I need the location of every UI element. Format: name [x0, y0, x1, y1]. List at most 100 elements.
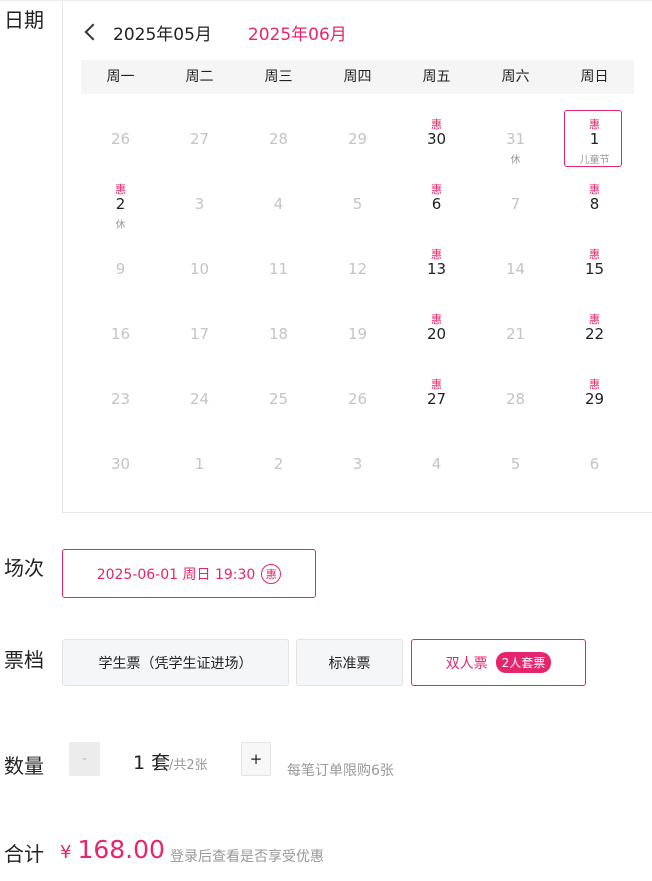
discount-mark: [318, 311, 397, 323]
discount-mark: [555, 441, 634, 453]
day-number: 28: [268, 130, 289, 148]
quantity-label: 数量: [4, 754, 44, 778]
discount-mark: [239, 116, 318, 128]
tier-text: 双人票: [445, 655, 488, 672]
discount-mark: [239, 376, 318, 388]
discount-mark: 惠: [589, 118, 600, 131]
calendar-day: 21: [476, 299, 555, 364]
calendar-day: 30: [81, 429, 160, 494]
discount-mark: [160, 311, 239, 323]
day-number: 6: [431, 195, 442, 213]
date-label: 日期: [4, 8, 44, 32]
discount-mark: 惠: [589, 248, 600, 261]
calendar-day: 23: [81, 364, 160, 429]
discount-mark: [318, 181, 397, 193]
calendar-day: 18: [239, 299, 318, 364]
calendar-day: 19: [318, 299, 397, 364]
discount-mark: [160, 181, 239, 193]
package-badge: 2人套票: [495, 652, 552, 673]
day-number: 28: [505, 390, 526, 408]
calendar-day-grid: 26 27 28 29 惠 30 31 休惠 1 儿童节惠 2 休 3 4 5 惠 6 7 惠 8 9 10 11 12 惠 13…: [81, 104, 634, 494]
discount-mark: 惠: [431, 248, 442, 261]
tier-text: 学生票（凭学生证进场）: [98, 655, 253, 672]
tier-couple-button[interactable]: 双人票 2人套票: [411, 639, 586, 686]
discount-mark: 惠: [431, 378, 442, 391]
day-number: 2: [273, 455, 284, 473]
calendar-day: 24: [160, 364, 239, 429]
calendar-day: 12: [318, 234, 397, 299]
day-number: 3: [194, 195, 205, 213]
prev-month-tab[interactable]: 2025年05月: [113, 20, 212, 45]
day-number: 4: [273, 195, 284, 213]
calendar-day: 3: [160, 169, 239, 234]
calendar-day[interactable]: 惠 15: [555, 234, 634, 299]
currency-symbol: ¥: [60, 842, 72, 863]
calendar-day: 11: [239, 234, 318, 299]
tier-standard-button[interactable]: 标准票: [296, 639, 403, 686]
calendar-day[interactable]: 惠 30: [397, 104, 476, 169]
weekday-label: 周六: [501, 69, 530, 85]
chevron-left-icon[interactable]: [84, 23, 102, 41]
day-number: 1: [589, 130, 600, 148]
calendar-day[interactable]: 惠 29: [555, 364, 634, 429]
calendar-day[interactable]: 惠 1 儿童节: [555, 104, 634, 169]
weekday-label: 周五: [422, 69, 451, 85]
calendar-day: 4: [239, 169, 318, 234]
discount-mark: [160, 246, 239, 258]
calendar-day: 7: [476, 169, 555, 234]
calendar-day: 4: [397, 429, 476, 494]
weekday-label: 周四: [343, 69, 372, 85]
day-number: 29: [347, 130, 368, 148]
day-number: 12: [347, 260, 368, 278]
day-number: 5: [510, 455, 521, 473]
quantity-plus-button[interactable]: +: [241, 742, 271, 776]
calendar-day: 6: [555, 429, 634, 494]
discount-mark: [318, 376, 397, 388]
quantity-minus-button[interactable]: -: [69, 742, 100, 776]
day-note: 休: [115, 220, 126, 231]
calendar-day: 5: [476, 429, 555, 494]
session-label: 场次: [4, 556, 44, 580]
day-number: 3: [352, 455, 363, 473]
calendar-day[interactable]: 惠 20: [397, 299, 476, 364]
discount-mark: 惠: [589, 183, 600, 196]
calendar-day: 9: [81, 234, 160, 299]
calendar-day: 25: [239, 364, 318, 429]
calendar-day: 27: [160, 104, 239, 169]
discount-mark: [81, 376, 160, 388]
day-number: 26: [347, 390, 368, 408]
calendar-day[interactable]: 惠 13: [397, 234, 476, 299]
calendar-day[interactable]: 惠 27: [397, 364, 476, 429]
calendar-day: 3: [318, 429, 397, 494]
day-number: 7: [510, 195, 521, 213]
day-number: 24: [189, 390, 210, 408]
tier-student-button[interactable]: 学生票（凭学生证进场）: [62, 639, 289, 686]
day-note: 休: [510, 155, 521, 166]
calendar-day: 10: [160, 234, 239, 299]
day-number: 9: [115, 260, 126, 278]
weekday-label: 周日: [580, 69, 609, 85]
day-number: 25: [268, 390, 289, 408]
calendar-day[interactable]: 惠 22: [555, 299, 634, 364]
discount-mark: [476, 181, 555, 193]
day-number: 8: [589, 195, 600, 213]
calendar-day[interactable]: 惠6: [397, 169, 476, 234]
current-month-tab[interactable]: 2025年06月: [248, 20, 347, 45]
discount-mark: 惠: [589, 378, 600, 391]
discount-mark: 惠: [589, 313, 600, 326]
day-number: 11: [268, 260, 289, 278]
calendar-day[interactable]: 惠8: [555, 169, 634, 234]
calendar-day[interactable]: 惠2 休: [81, 169, 160, 234]
tier-label: 票档: [4, 648, 44, 672]
discount-mark: [476, 311, 555, 323]
day-number: 26: [110, 130, 131, 148]
day-number: 14: [505, 260, 526, 278]
discount-mark: [81, 441, 160, 453]
calendar-day: 2: [239, 429, 318, 494]
day-note: 儿童节: [579, 155, 610, 166]
discount-mark: [239, 311, 318, 323]
session-option[interactable]: 2025-06-01 周日 19:30 惠: [62, 549, 316, 598]
discount-mark: [81, 246, 160, 258]
calendar-day: 5: [318, 169, 397, 234]
discount-mark: 惠: [115, 183, 126, 196]
